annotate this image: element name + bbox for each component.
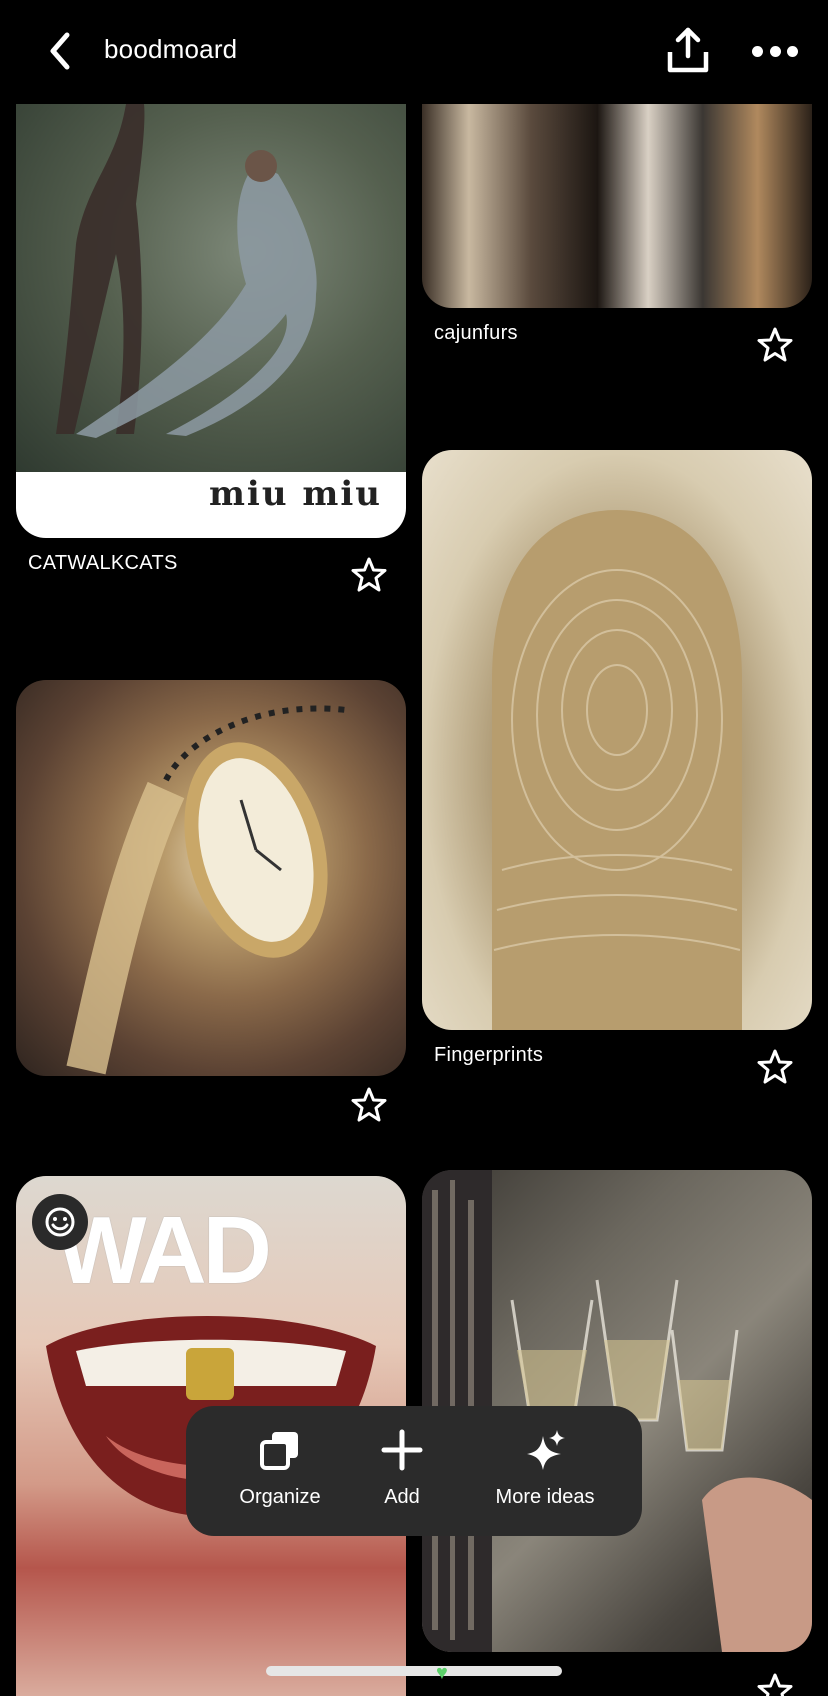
chevron-left-icon [50,32,70,70]
more-options-button[interactable] [752,34,798,68]
board-title: boodmoard [104,34,238,64]
home-indicator[interactable] [266,1666,562,1676]
pin-board-label: CATWALKCATS [28,552,178,574]
pin-image [492,510,742,1030]
plus-icon [381,1429,423,1471]
heart-icon: ♥ [436,1662,448,1684]
add-button[interactable]: Add [372,1428,432,1509]
pin-board-label: Fingerprints [434,1044,544,1066]
pin-card[interactable] [16,680,406,1076]
pin-image [66,705,347,1075]
share-button[interactable] [664,26,712,76]
organize-button[interactable]: Organize [230,1428,330,1509]
pin-image [422,104,812,308]
share-upload-icon [667,27,709,73]
pin-image [16,104,406,472]
more-ideas-button[interactable]: More ideas [480,1428,610,1509]
organize-label: Organize [239,1486,321,1508]
face-filter-button[interactable] [32,1194,88,1250]
pin-board-label: cajunfurs [434,322,518,344]
brand-logo: miu miu [208,474,382,514]
star-icon[interactable] [756,326,794,364]
more-ideas-label: More ideas [495,1486,595,1508]
top-bar: boodmoard [0,0,828,104]
star-icon[interactable] [350,556,388,594]
board-action-bar: Organize Add More ideas [186,1406,642,1536]
star-icon[interactable] [756,1048,794,1086]
smiley-icon [45,1207,75,1237]
organize-icon [260,1432,298,1470]
star-icon[interactable] [350,1086,388,1124]
sparkle-icon [527,1430,565,1470]
star-icon[interactable] [756,1672,794,1696]
back-button[interactable] [40,28,80,74]
add-label: Add [384,1486,420,1508]
pin-card[interactable] [422,104,812,308]
ellipsis-icon [752,45,763,57]
pin-card[interactable]: miu miu [16,104,406,538]
pin-card[interactable] [422,450,812,1030]
